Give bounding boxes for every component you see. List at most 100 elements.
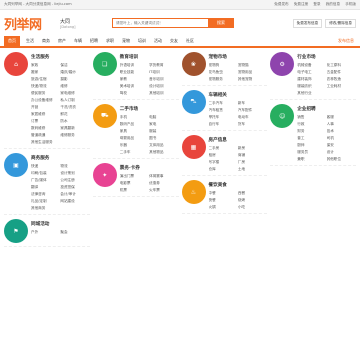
category-link[interactable]: 销售 — [297, 115, 326, 120]
category-link[interactable]: 西餐 — [238, 191, 267, 196]
category-link[interactable]: 客服 — [327, 115, 356, 120]
category-link[interactable]: 新车 — [238, 101, 267, 106]
category-link[interactable]: 小吃 — [238, 205, 267, 210]
nav-item[interactable]: 求职 — [106, 38, 114, 44]
category-link[interactable]: 服装 — [149, 129, 178, 134]
category-link[interactable]: 行政 — [297, 122, 326, 127]
category-link[interactable]: 摄影 — [60, 77, 89, 82]
category-link[interactable]: 办公设备维修 — [31, 98, 60, 103]
category-link[interactable]: 服务员 — [297, 150, 326, 155]
category-link[interactable]: 设计策划 — [60, 171, 89, 176]
category-link[interactable]: 烧烤 — [238, 198, 267, 203]
category-link[interactable]: 机票 — [120, 188, 149, 193]
category-link[interactable]: 网站建设 — [60, 199, 89, 204]
category-link[interactable]: 货车 — [238, 122, 267, 127]
category-link[interactable]: 机械设备 — [297, 63, 326, 68]
category-link[interactable]: 其他商务 — [31, 206, 60, 211]
category-link[interactable]: 宠物猫 — [238, 63, 267, 68]
category-link[interactable]: 订票 — [31, 119, 60, 124]
category-link[interactable]: 新房 — [238, 146, 267, 151]
city-switcher[interactable]: 大同 [Datong] — [60, 18, 108, 29]
category-title[interactable]: 房产信息 — [209, 137, 268, 143]
category-title[interactable]: 生活服务 — [31, 54, 90, 60]
search-input[interactable] — [112, 18, 208, 28]
category-link[interactable]: 农林牧渔 — [327, 77, 356, 82]
category-link[interactable]: 火锅 — [209, 205, 238, 210]
category-link[interactable]: 电影票 — [120, 181, 149, 186]
category-link[interactable]: IT培训 — [149, 70, 178, 75]
category-link[interactable]: 保洁 — [60, 63, 89, 68]
category-link[interactable]: 宠物用品 — [238, 70, 267, 75]
category-title[interactable]: 餐饮美食 — [209, 182, 268, 188]
category-link[interactable]: 电子电工 — [297, 70, 326, 75]
category-link[interactable]: 二手汽车 — [209, 101, 238, 106]
category-title[interactable]: 商务服务 — [31, 155, 90, 161]
category-link[interactable]: 职业技能 — [120, 70, 149, 75]
category-link[interactable]: 写字楼 — [209, 160, 238, 165]
category-link[interactable]: 普工 — [297, 136, 326, 141]
category-link[interactable]: 汽车配件 — [238, 108, 267, 113]
category-link[interactable]: 技术 — [327, 129, 356, 134]
category-link[interactable]: 数码产品 — [120, 122, 149, 127]
category-link[interactable]: 防水 — [60, 119, 89, 124]
category-link[interactable]: 家政 — [31, 63, 60, 68]
category-link[interactable]: 家电维修 — [60, 91, 89, 96]
category-link[interactable]: 优惠券 — [149, 181, 178, 186]
category-link[interactable]: 印刷/包装 — [31, 171, 60, 176]
category-link[interactable]: 外语培训 — [120, 63, 149, 68]
category-link[interactable]: 演出门票 — [120, 174, 149, 179]
category-link[interactable]: 旅游/住宿 — [31, 77, 60, 82]
category-link[interactable]: 汽车租赁 — [209, 108, 238, 113]
post-info-button[interactable]: 免费发布信息 — [292, 18, 323, 28]
category-link[interactable]: 设计培训 — [149, 84, 178, 89]
category-link[interactable]: 广告/媒体 — [31, 178, 60, 183]
category-link[interactable]: 仓库 — [209, 167, 238, 172]
category-title[interactable]: 票务·卡券 — [120, 165, 179, 171]
nav-item[interactable]: 生活 — [26, 38, 34, 44]
category-link[interactable]: 快递 — [31, 164, 60, 169]
category-link[interactable]: 维修 — [60, 84, 89, 89]
nav-item[interactable]: 商务 — [42, 38, 50, 44]
category-link[interactable]: 厨师 — [297, 143, 326, 148]
category-link[interactable]: 家电 — [149, 122, 178, 127]
category-link[interactable]: 便民服务 — [31, 91, 60, 96]
category-link[interactable]: 快餐 — [209, 198, 238, 203]
category-link[interactable]: 财务 — [297, 129, 326, 134]
category-link[interactable]: 其他职位 — [327, 157, 356, 162]
category-link[interactable]: 二手车 — [120, 150, 149, 155]
category-link[interactable]: 美术培训 — [120, 84, 149, 89]
category-link[interactable]: 文体用品 — [149, 143, 178, 148]
nav-item[interactable]: 车辆 — [74, 38, 82, 44]
category-link[interactable]: 化工原料 — [327, 63, 356, 68]
category-link[interactable]: 保安 — [327, 143, 356, 148]
category-link[interactable]: 家教 — [120, 77, 149, 82]
category-link[interactable]: 图书 — [149, 136, 178, 141]
category-title[interactable]: 车辆相关 — [209, 92, 268, 98]
category-link[interactable]: 驾校 — [120, 91, 149, 96]
category-link[interactable]: 其他物品 — [149, 150, 178, 155]
category-link[interactable]: 租房 — [209, 153, 238, 158]
category-link[interactable]: 花鸟鱼虫 — [209, 70, 238, 75]
category-link[interactable]: 母婴用品 — [120, 136, 149, 141]
category-link[interactable]: 体育赛事 — [149, 174, 178, 179]
category-title[interactable]: 企业招聘 — [297, 106, 356, 112]
site-logo[interactable]: 列举网 — [4, 14, 60, 33]
category-link[interactable]: 土地 — [238, 167, 267, 172]
category-link[interactable]: 音乐培训 — [149, 77, 178, 82]
nav-item[interactable]: 活动 — [154, 38, 162, 44]
category-link[interactable]: 司机 — [327, 136, 356, 141]
nav-post-link[interactable]: 发布信息 — [338, 38, 354, 44]
category-link[interactable]: 乐器 — [120, 143, 149, 148]
category-link[interactable]: 家具 — [120, 129, 149, 134]
category-link[interactable]: 建材装饰 — [297, 77, 326, 82]
category-link[interactable]: 会计/审计 — [60, 192, 89, 197]
category-link[interactable]: 私人订制 — [60, 98, 89, 103]
category-link[interactable]: 其他宠物 — [238, 77, 267, 82]
manage-info-button[interactable]: 修改/删除信息 — [325, 18, 356, 28]
category-link[interactable]: 聚会 — [60, 230, 89, 235]
category-link[interactable]: 礼品/定制 — [31, 199, 60, 204]
top-link[interactable]: 手机版 — [345, 2, 356, 6]
top-link[interactable]: 登录 — [313, 2, 320, 6]
category-link[interactable]: 中餐 — [209, 191, 238, 196]
category-link[interactable]: 学历教育 — [149, 63, 178, 68]
